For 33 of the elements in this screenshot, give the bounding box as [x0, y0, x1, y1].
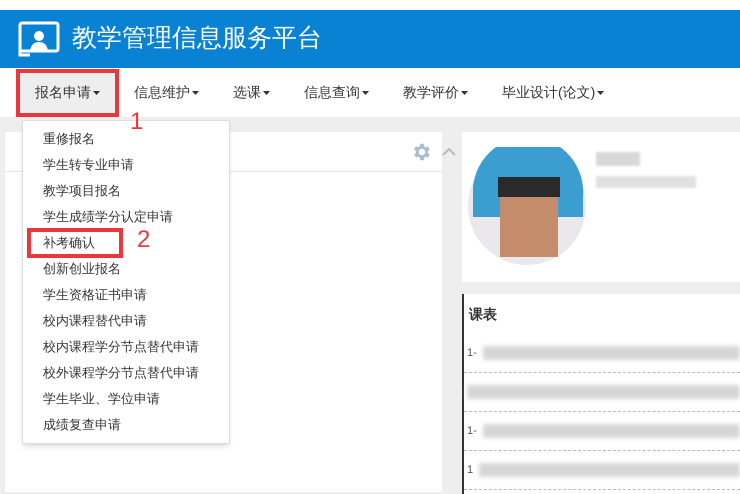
caret-icon [362, 90, 369, 95]
caret-icon [263, 90, 270, 95]
annotation-number: 1 [130, 110, 144, 134]
caret-icon [192, 90, 199, 95]
schedule-row-text: 1- [467, 424, 477, 439]
dropdown-menu-item[interactable]: 学生毕业、学位申请 [23, 386, 229, 412]
avatar-icon [468, 147, 586, 265]
dropdown-menu-item[interactable]: 补考确认 [29, 230, 121, 256]
caret-icon [461, 90, 468, 95]
schedule-row-text: 1 [467, 462, 474, 478]
nav-menu-item[interactable]: 选课 [216, 70, 287, 115]
dropdown-menu-item[interactable]: 教学项目报名 [23, 178, 229, 204]
dropdown-menu-item[interactable]: 学生成绩学分认定申请 [23, 204, 229, 230]
platform-title: 教学管理信息服务平台 [72, 23, 322, 54]
schedule-row-text: 1- [467, 346, 477, 361]
nav-menu-item[interactable]: 教学评价 [386, 70, 485, 115]
blurred-name [596, 152, 640, 166]
caret-icon [93, 90, 100, 95]
dropdown-menu-item[interactable]: 校内课程学分节点替代申请 [23, 334, 229, 360]
nav-menu-item[interactable]: 信息查询 [287, 70, 386, 115]
dropdown-menu-item[interactable]: 校外课程学分节点替代申请 [23, 360, 229, 386]
dropdown-menu-item[interactable]: 成绩复查申请 [23, 412, 229, 438]
dropdown-menu-item[interactable]: 校内课程替代申请 [23, 308, 229, 334]
caret-icon [597, 90, 604, 95]
dropdown-menu-item[interactable]: 学生资格证书申请 [23, 282, 229, 308]
chevron-up-icon[interactable] [442, 146, 456, 156]
nav-menu-item[interactable]: 报名申请 [18, 70, 117, 115]
monitor-user-icon [18, 21, 60, 58]
annotation-number: 2 [137, 228, 150, 252]
nav-menu-item[interactable]: 毕业设计(论文) [485, 70, 622, 115]
dropdown-menu-item[interactable]: 学生转专业申请 [23, 152, 229, 178]
schedule-title: 课表 [468, 304, 498, 324]
dropdown-menu-item[interactable]: 创新创业报名 [23, 256, 229, 282]
